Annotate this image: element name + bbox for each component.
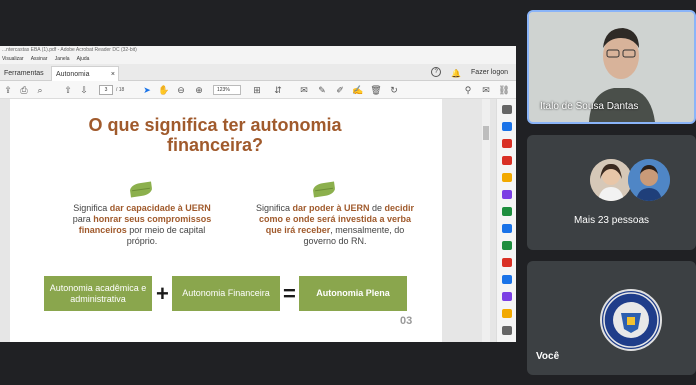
comment-icon[interactable]: ✉ [298, 84, 310, 96]
fill-sign-icon[interactable] [502, 258, 512, 267]
delete-icon[interactable]: 🗑 [370, 84, 382, 96]
page-number-input[interactable]: 3 [99, 85, 113, 95]
avatar [628, 159, 670, 201]
university-seal-icon [600, 289, 662, 351]
login-link[interactable]: Fazer logon [471, 69, 508, 76]
stamp-icon[interactable] [502, 309, 512, 318]
slide-page-number: 03 [400, 315, 413, 327]
bell-icon[interactable]: 🔔 [451, 68, 461, 78]
pen-icon[interactable]: ✎ [316, 84, 328, 96]
equals-sign: = [283, 281, 296, 306]
equation-box-2: Autonomia Financeira [172, 276, 280, 311]
prev-page-icon[interactable]: ⇧ [62, 84, 74, 96]
mail-icon[interactable]: ✉ [480, 84, 492, 96]
hand-icon[interactable]: ✋ [158, 84, 170, 96]
cursor-icon[interactable]: ➤ [141, 84, 153, 96]
tools-panel [496, 99, 516, 342]
scan-icon[interactable] [502, 224, 512, 233]
expand-panel-icon[interactable] [502, 326, 512, 335]
menu-item[interactable]: Visualizar [2, 56, 24, 62]
toolbar: ⇪ ⎙ ⌕ ⇧ ⇩ 3 / 18 ➤ ✋ ⊖ ⊕ 123% ⊞ ⇵ ✉ ✎ ✐ … [0, 81, 516, 99]
combine-icon[interactable] [502, 190, 512, 199]
tab-tools[interactable]: Ferramentas [0, 66, 48, 81]
page-total: / 18 [116, 87, 125, 93]
export-pdf-icon[interactable] [502, 122, 512, 131]
equation-box-3: Autonomia Plena [299, 276, 407, 311]
menu-item[interactable]: Janela [55, 56, 70, 62]
speaker-tile[interactable]: Italo de Sousa Dantas [527, 10, 696, 124]
print-icon[interactable]: ⎙ [18, 84, 30, 96]
plus-sign: + [156, 281, 169, 306]
leaf-icon [129, 181, 153, 198]
compress-icon[interactable] [502, 241, 512, 250]
zoom-select[interactable]: 123% [213, 85, 241, 95]
equation-box-1: Autonomia acadêmica e administrativa [44, 276, 152, 311]
upload-icon[interactable]: ⇪ [2, 84, 14, 96]
scroll-mode-icon[interactable]: ⇵ [272, 84, 284, 96]
tab-document[interactable]: Autonomia Financ... × [51, 66, 119, 93]
highlight-icon[interactable]: ✐ [334, 84, 346, 96]
scrollbar-thumb[interactable] [483, 126, 489, 140]
self-tile[interactable]: Você [527, 261, 696, 375]
comment-icon[interactable] [502, 173, 512, 182]
share-icon[interactable]: ⚲ [462, 84, 474, 96]
sign-icon[interactable]: ✍ [352, 84, 364, 96]
organize-icon[interactable] [502, 207, 512, 216]
zoom-out-icon[interactable]: ⊖ [175, 84, 187, 96]
help-icon[interactable]: ? [431, 67, 442, 78]
fit-page-icon[interactable]: ⊞ [251, 84, 263, 96]
window-title: ...ntercastas EBA (1).pdf - Adobe Acroba… [0, 46, 516, 55]
link-icon[interactable]: ⛓ [498, 84, 510, 96]
account-area: ? 🔔 Fazer logon [431, 67, 508, 79]
self-label: Você [536, 351, 560, 362]
menu-bar: Visualizar Assinar Janela Ajuda [0, 55, 516, 64]
more-participants-tile[interactable]: Mais 23 pessoas [527, 135, 696, 250]
menu-item[interactable]: Assinar [31, 56, 48, 62]
speaker-name: Italo de Sousa Dantas [540, 101, 639, 112]
close-icon[interactable]: × [111, 67, 115, 82]
search-icon[interactable] [502, 105, 512, 114]
tab-bar: Ferramentas Autonomia Financ... × ? 🔔 Fa… [0, 64, 516, 93]
rotate-icon[interactable]: ↻ [388, 84, 400, 96]
left-description: Significa dar capacidade à UERN para hon… [72, 203, 212, 246]
create-pdf-icon[interactable] [502, 156, 512, 165]
protect-icon[interactable] [502, 275, 512, 284]
menu-item[interactable]: Ajuda [77, 56, 90, 62]
more-participants-label: Mais 23 pessoas [573, 215, 650, 226]
search-icon[interactable]: ⌕ [34, 84, 46, 96]
pen-icon[interactable] [502, 292, 512, 301]
avatar [590, 159, 632, 201]
edit-pdf-icon[interactable] [502, 139, 512, 148]
zoom-in-icon[interactable]: ⊕ [193, 84, 205, 96]
right-description: Significa dar poder à UERN de decidir co… [255, 203, 415, 246]
next-page-icon[interactable]: ⇩ [78, 84, 90, 96]
slide-title: O que significa ter autonomia financeira… [88, 115, 342, 155]
leaf-icon [312, 181, 336, 198]
